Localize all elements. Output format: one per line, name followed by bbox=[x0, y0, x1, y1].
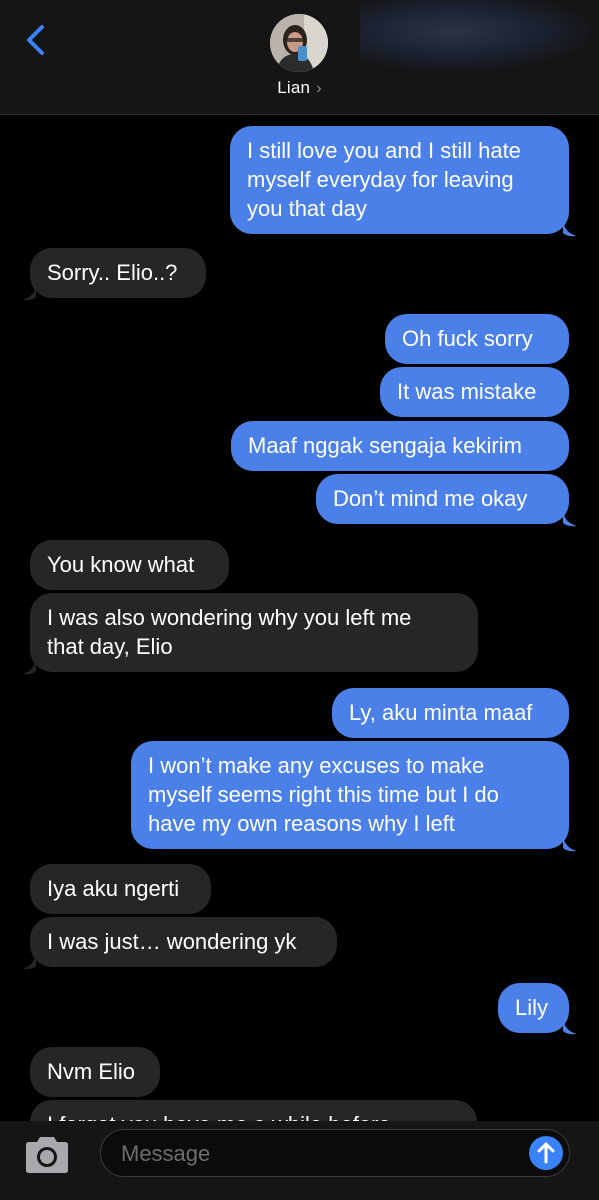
bubble-tail bbox=[22, 285, 36, 301]
bubble-tail bbox=[563, 511, 577, 527]
camera-icon bbox=[26, 1137, 68, 1173]
sent-message[interactable]: It was mistake bbox=[380, 367, 569, 417]
message-input[interactable]: Message bbox=[100, 1129, 570, 1177]
camera-button[interactable] bbox=[22, 1135, 72, 1175]
sent-message[interactable]: Maaf nggak sengaja kekirim bbox=[231, 421, 569, 471]
back-chevron-icon bbox=[27, 25, 44, 55]
header-blur bbox=[360, 0, 590, 70]
send-arrow-icon bbox=[537, 1142, 555, 1164]
received-message[interactable]: I was also wondering why you left me tha… bbox=[30, 593, 478, 672]
bubble-tail bbox=[22, 954, 36, 970]
bubble-tail bbox=[563, 836, 577, 852]
compose-bar: Message bbox=[0, 1121, 599, 1200]
received-message[interactable]: You know what bbox=[30, 540, 229, 590]
contact-name-row[interactable]: Lian › bbox=[0, 78, 599, 98]
conversation-header: Lian › bbox=[0, 0, 599, 115]
send-button[interactable] bbox=[529, 1136, 563, 1170]
received-message[interactable]: I was just… wondering yk bbox=[30, 917, 337, 967]
sent-message[interactable]: Oh fuck sorry bbox=[385, 314, 569, 364]
received-message[interactable]: Sorry.. Elio..? bbox=[30, 248, 206, 298]
sent-message[interactable]: Lily bbox=[498, 983, 569, 1033]
contact-name: Lian bbox=[277, 78, 311, 97]
avatar-photo bbox=[270, 14, 328, 72]
sent-message[interactable]: Don’t mind me okay bbox=[316, 474, 569, 524]
sent-message[interactable]: Ly, aku minta maaf bbox=[332, 688, 569, 738]
sent-message[interactable]: I won’t make any excuses to make myself … bbox=[131, 741, 569, 849]
bubble-tail bbox=[563, 1019, 577, 1035]
received-message[interactable]: Nvm Elio bbox=[30, 1047, 160, 1097]
sent-message[interactable]: I still love you and I still hate myself… bbox=[230, 126, 569, 234]
bubble-tail bbox=[22, 659, 36, 675]
messages-screen: Lian › I still love you and I still hate … bbox=[0, 0, 599, 1200]
bubble-tail bbox=[563, 221, 577, 237]
chevron-right-icon: › bbox=[316, 80, 322, 97]
contact-avatar[interactable] bbox=[270, 14, 328, 72]
back-button[interactable] bbox=[22, 22, 52, 58]
received-message[interactable]: Iya aku ngerti bbox=[30, 864, 211, 914]
message-placeholder: Message bbox=[121, 1141, 211, 1166]
